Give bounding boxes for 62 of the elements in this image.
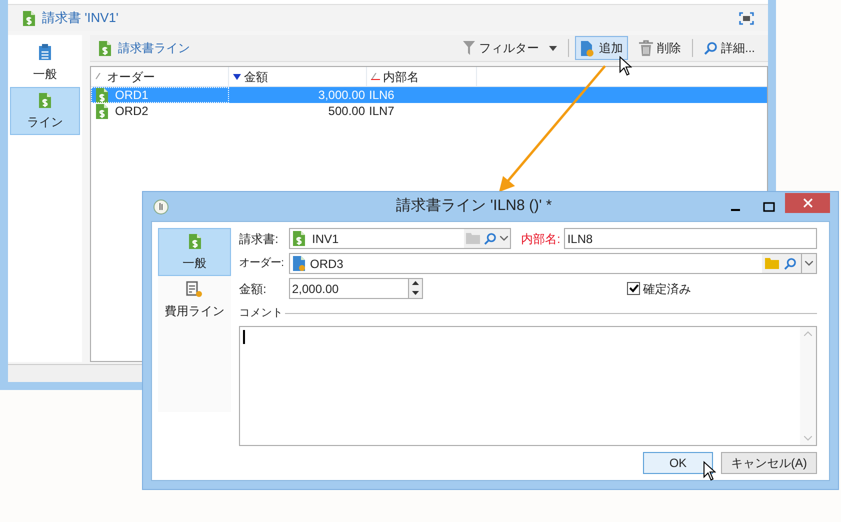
column-header[interactable]: 内部名 bbox=[367, 67, 477, 86]
search-icon bbox=[784, 258, 796, 270]
table-cell: ILN6 bbox=[369, 88, 394, 102]
nav-item[interactable]: 一般 bbox=[10, 39, 80, 87]
table-cell-text: ORD2 bbox=[115, 103, 148, 120]
order-field[interactable]: ORD3 bbox=[289, 253, 817, 274]
table-row[interactable]: ORD2 500.00 ILN7 bbox=[91, 103, 767, 119]
window-title: 請求書 'INV1' bbox=[42, 9, 118, 28]
close-button[interactable] bbox=[785, 192, 830, 212]
chevron-down-icon bbox=[500, 236, 508, 241]
order-document-icon bbox=[292, 255, 306, 272]
field-label: 請求書: bbox=[239, 230, 280, 248]
invoice-document-icon bbox=[292, 230, 306, 247]
toolbar-button[interactable]: 追加 bbox=[574, 36, 628, 60]
column-header[interactable]: オーダー bbox=[91, 67, 229, 86]
filter-icon bbox=[462, 41, 475, 55]
app-logo-icon bbox=[153, 198, 169, 214]
section-title: 請求書ライン bbox=[118, 40, 190, 57]
table-cell-text: ORD1 bbox=[115, 87, 148, 104]
invoice-document-icon bbox=[95, 102, 109, 120]
invoice-document-icon bbox=[98, 40, 112, 56]
maximize-icon[interactable] bbox=[739, 12, 754, 24]
invoice-document-icon bbox=[38, 92, 52, 108]
maximize-icon[interactable] bbox=[763, 202, 775, 212]
new-document-icon bbox=[580, 40, 595, 56]
sort-descending-icon bbox=[233, 74, 241, 80]
dialog-title: 請求書ライン 'ILN8 ()' * bbox=[395, 196, 553, 216]
nav-item[interactable]: ライン bbox=[10, 87, 80, 135]
spin-down-icon[interactable] bbox=[409, 288, 422, 297]
column-header[interactable]: 金額 bbox=[229, 67, 367, 86]
nav-item[interactable]: 費用ライン bbox=[158, 276, 231, 324]
invoice-document-icon bbox=[95, 86, 109, 104]
invoice-document-icon bbox=[188, 232, 202, 250]
internal-name-field[interactable]: ILN8 bbox=[564, 228, 817, 249]
dropdown-arrow-icon bbox=[548, 46, 557, 50]
table-cell: 500.00 bbox=[328, 104, 365, 118]
search-icon bbox=[704, 42, 717, 54]
toolbar-button[interactable]: 削除 bbox=[634, 36, 686, 60]
chevron-down-icon bbox=[805, 261, 813, 266]
sort-mark-icon bbox=[371, 73, 380, 80]
cancel-button[interactable]: キャンセル(A) bbox=[721, 452, 817, 474]
table-cell: 3,000.00 bbox=[318, 88, 365, 102]
checkmark-icon bbox=[628, 284, 638, 293]
ok-button[interactable]: OK bbox=[643, 452, 713, 474]
amount-spin-field[interactable]: 2,000.00 bbox=[289, 278, 423, 299]
field-label: 内部名: bbox=[521, 230, 560, 248]
search-icon bbox=[484, 232, 496, 244]
table-cell: ILN7 bbox=[369, 104, 394, 118]
close-icon bbox=[802, 198, 812, 208]
field-label: 金額: bbox=[239, 280, 268, 298]
toolbar-button[interactable]: 詳細... bbox=[698, 36, 760, 60]
clipboard-icon bbox=[38, 43, 52, 61]
toolbar-button[interactable]: フィルター bbox=[458, 36, 562, 60]
spin-up-icon[interactable] bbox=[409, 279, 422, 288]
nav-item[interactable]: 一般 bbox=[158, 228, 231, 276]
field-label: オーダー: bbox=[239, 256, 285, 272]
confirmed-checkbox[interactable]: 確定済み bbox=[627, 280, 691, 298]
comment-label: コメント bbox=[239, 306, 283, 321]
comment-field[interactable] bbox=[239, 326, 817, 446]
trash-icon bbox=[638, 40, 653, 56]
invoice-field[interactable]: INV1 bbox=[289, 228, 511, 249]
invoice-document-icon bbox=[22, 10, 36, 26]
